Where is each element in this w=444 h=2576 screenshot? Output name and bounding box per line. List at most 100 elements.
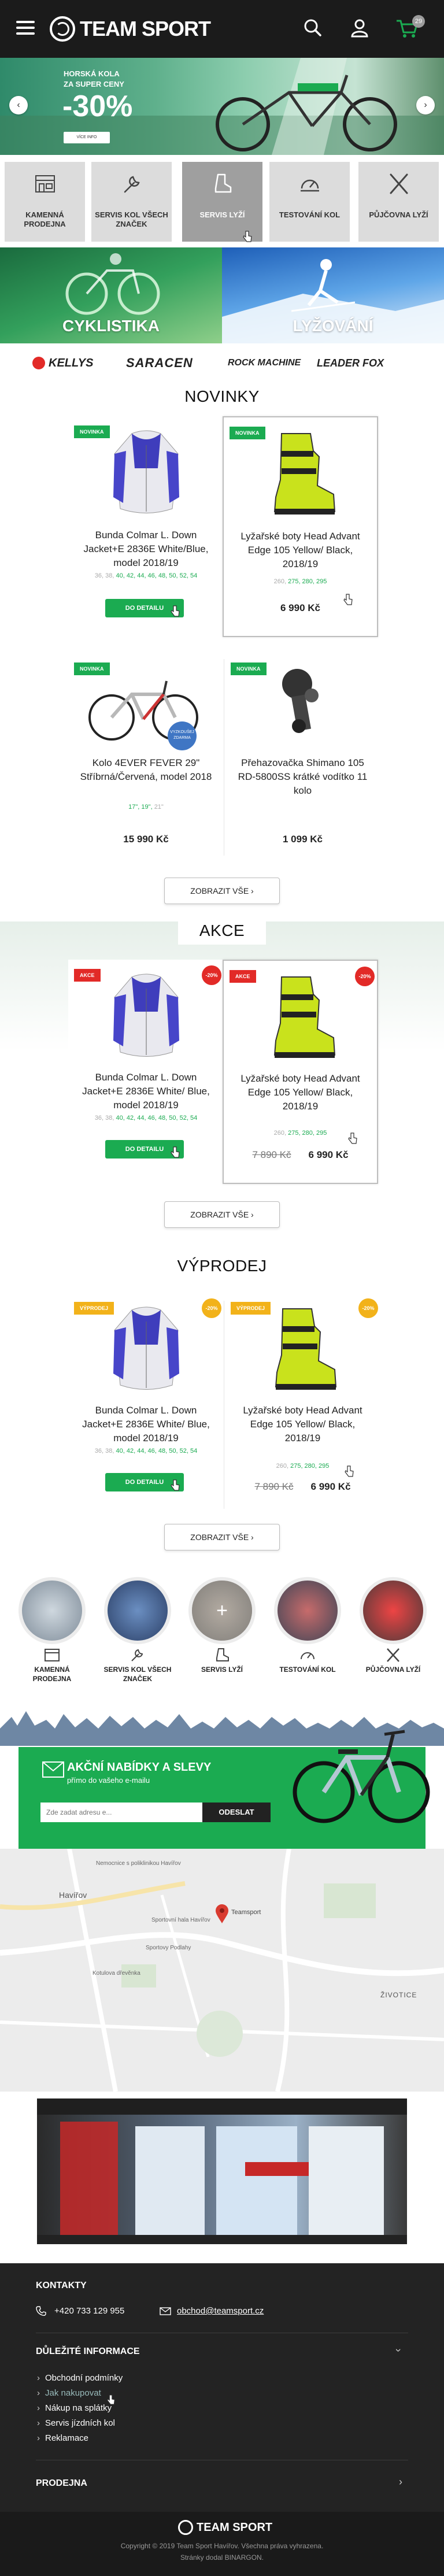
brand-rock-machine-logo[interactable]: ROCK MACHINE — [228, 354, 301, 372]
expand-chevron-icon[interactable]: › — [399, 2476, 402, 2488]
footer-logo[interactable]: TEAM SPORT — [178, 2520, 272, 2535]
category-servis-lyzi[interactable]: SERVIS LYŽÍ — [182, 162, 262, 242]
collapse-chevron-icon[interactable]: › — [393, 2349, 405, 2352]
hand-cursor-icon — [348, 1132, 357, 1144]
service-label[interactable]: PŮJČOVNA LYŽÍ — [356, 1665, 431, 1674]
product-sizes: 36, 38, 40, 42, 44, 46, 48, 50, 52, 54 — [75, 1446, 217, 1456]
service-label[interactable]: SERVIS LYŽÍ — [184, 1665, 260, 1674]
map-pin-icon[interactable] — [215, 1904, 229, 1924]
logo-mark-icon — [178, 2520, 193, 2535]
user-account-icon[interactable] — [349, 17, 370, 38]
product-sizes: 17", 19", 21" — [75, 802, 217, 812]
hero-line2: ZA SUPER CENY — [64, 80, 124, 88]
hamburger-menu-icon[interactable] — [16, 21, 35, 35]
footer-link[interactable]: Jak nakupovat — [37, 2388, 101, 2398]
product-card[interactable]: NOVINKA VYZKOUŠEJ ZDARMA Kolo 4EVER FEVE… — [68, 653, 224, 861]
service-label[interactable]: KAMENNÁ PRODEJNA — [14, 1665, 90, 1683]
product-sizes: 260, 275, 280, 295 — [231, 577, 370, 587]
service-photo-pujcovna-lyzi[interactable] — [360, 1577, 427, 1644]
novinka-badge: NOVINKA — [231, 662, 267, 675]
cart-count-badge: 29 — [412, 15, 425, 28]
show-all-novinky-button[interactable]: ZOBRAZIT VŠE › — [164, 878, 280, 904]
email-icon — [160, 2307, 171, 2315]
sizes-available: 40, 42, 44, 46, 48, 50, 52, 54 — [116, 572, 198, 579]
product-card[interactable]: AKCE -20% Lyžařské boty Head Advant Edge… — [223, 960, 378, 1184]
footer-email[interactable]: obchod@teamsport.cz — [177, 2306, 264, 2316]
sizes-unavailable: 260, — [273, 578, 287, 585]
ski-boot-icon — [216, 1648, 229, 1661]
category-pujcovna-lyzi[interactable]: PŮJČOVNA LYŽÍ — [358, 162, 439, 242]
storefront-icon — [45, 1649, 60, 1661]
footer-link[interactable]: Servis jízdních kol — [37, 2418, 115, 2428]
service-photo-testovani-kol[interactable] — [274, 1577, 341, 1644]
site-footer: KONTAKTY +420 733 129 955 obchod@teamspo… — [0, 2263, 444, 2576]
discount-badge: -20% — [202, 1298, 221, 1318]
product-price: 6 990 Kč — [308, 1149, 349, 1160]
hero-more-button[interactable]: VÍCE INFO — [64, 132, 110, 143]
show-all-akce-button[interactable]: ZOBRAZIT VŠE › — [164, 1201, 280, 1228]
old-price: 7 890 Kč — [254, 1481, 294, 1492]
newsletter-submit-button[interactable]: ODESLAT — [202, 1803, 271, 1822]
footer-made-by: Stránky dodal BINARGON. — [180, 2553, 264, 2562]
product-sizes: 36, 38, 40, 42, 44, 46, 48, 50, 52, 54 — [75, 571, 217, 581]
hero-prev-arrow-icon[interactable]: ‹ — [9, 96, 28, 114]
footer-link[interactable]: Nákup na splátky — [37, 2403, 112, 2413]
footer-store-title[interactable]: PRODEJNA — [36, 2478, 87, 2489]
show-all-vyprodej-button[interactable]: ZOBRAZIT VŠE › — [164, 1524, 280, 1550]
brand-kellys-logo[interactable]: KELLYS — [32, 354, 93, 372]
brand-saracen-logo[interactable]: SARACEN — [126, 354, 193, 372]
search-icon[interactable] — [302, 17, 323, 38]
hero-line1: HORSKÁ KOLA — [64, 69, 120, 78]
product-name: Bunda Colmar L. Down Jacket+E 2836E Whit… — [82, 1405, 210, 1444]
envelope-icon — [42, 1761, 64, 1778]
product-card[interactable]: NOVINKA Bunda Colmar L. Down Jacket+E 28… — [68, 416, 224, 646]
sport-label: CYKLISTIKA — [62, 317, 160, 335]
brand-leader-fox-logo[interactable]: LEADER FOX — [317, 354, 384, 372]
product-name: Lyžařské boty Head Advant Edge 105 Yello… — [240, 1073, 360, 1112]
jacket-image — [113, 430, 179, 513]
phone-icon — [36, 2306, 46, 2316]
footer-info-title[interactable]: DŮLEŽITÉ INFORMACE — [36, 2346, 140, 2357]
crossed-skis-icon — [387, 1648, 399, 1662]
site-logo[interactable]: TEAM SPORT — [50, 14, 211, 44]
product-card[interactable]: AKCE -20% Bunda Colmar L. Down Jacket+E … — [68, 960, 224, 1186]
sizes-available: 275, 280, 295 — [290, 1463, 330, 1470]
store-map[interactable]: Nemocnice s poliklinikou Havířov Havířov… — [0, 1848, 444, 2092]
category-servis-kol[interactable]: SERVIS KOL VŠECH ZNAČEK — [91, 162, 172, 242]
footer-link[interactable]: Reklamace — [37, 2433, 88, 2443]
category-label: SERVIS KOL VŠECH ZNAČEK — [95, 210, 168, 228]
product-price: 6 990 Kč — [280, 602, 320, 613]
wrench-icon — [131, 1649, 143, 1661]
discount-badge: -20% — [355, 967, 375, 986]
map-label: Kotulova dřevěnka — [92, 1970, 140, 1977]
sizes-available: 17", 19", — [128, 804, 153, 810]
category-testovani-kol[interactable]: TESTOVÁNÍ KOL — [269, 162, 350, 242]
speedometer-icon — [301, 1652, 314, 1660]
sport-banner-lyzovani[interactable]: LYŽOVÁNÍ — [222, 247, 444, 343]
hero-next-arrow-icon[interactable]: › — [416, 96, 435, 114]
category-kamenna-prodejna[interactable]: KAMENNÁ PRODEJNA — [5, 162, 85, 242]
sizes-unavailable: 36, 38, — [94, 1448, 114, 1454]
sizes-unavailable: 36, 38, — [94, 1115, 114, 1122]
ski-boot-image — [273, 976, 336, 1058]
service-photo-servis-kol[interactable] — [104, 1577, 171, 1644]
product-card[interactable]: NOVINKA Přehazovačka Shimano 105 RD-5800… — [225, 653, 380, 861]
hand-cursor-icon — [243, 231, 252, 242]
category-label: PŮJČOVNA LYŽÍ — [369, 210, 428, 219]
service-label[interactable]: SERVIS KOL VŠECH ZNAČEK — [100, 1665, 175, 1683]
service-label[interactable]: TESTOVÁNÍ KOL — [270, 1665, 345, 1674]
service-photo-servis-lyzi[interactable]: + — [188, 1577, 256, 1644]
show-all-label: ZOBRAZIT VŠE — [190, 1533, 249, 1542]
product-card[interactable]: VÝPRODEJ -20% Lyžařské boty Head Advant … — [225, 1293, 380, 1519]
sizes-available: 275, 280, 295 — [288, 578, 327, 585]
footer-phone[interactable]: +420 733 129 955 — [54, 2306, 124, 2316]
product-card[interactable]: VÝPRODEJ -20% Bunda Colmar L. Down Jacke… — [68, 1293, 224, 1519]
mountain-bike-image — [293, 1730, 430, 1823]
plus-icon: + — [192, 1581, 252, 1641]
newsletter-email-input[interactable] — [40, 1803, 202, 1822]
product-card[interactable]: NOVINKA Lyžařské boty Head Advant Edge 1… — [223, 416, 378, 637]
service-photo-kamenna-prodejna[interactable] — [18, 1577, 86, 1644]
footer-link[interactable]: Obchodní podmínky — [37, 2373, 123, 2383]
sport-banner-cyklistika[interactable]: CYKLISTIKA — [0, 247, 222, 343]
map-label: Sportovní hala Havířov — [151, 1917, 210, 1923]
